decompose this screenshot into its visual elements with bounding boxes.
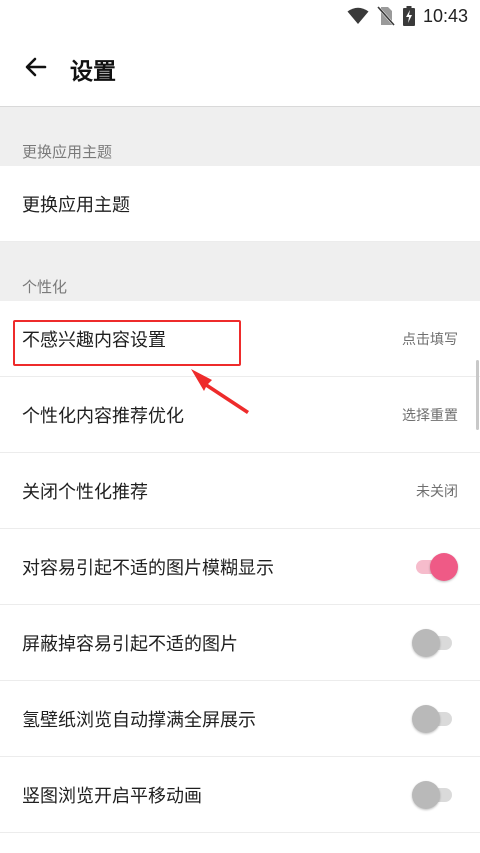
scrollbar[interactable]	[476, 360, 479, 430]
annotation-arrow-icon	[191, 369, 249, 414]
